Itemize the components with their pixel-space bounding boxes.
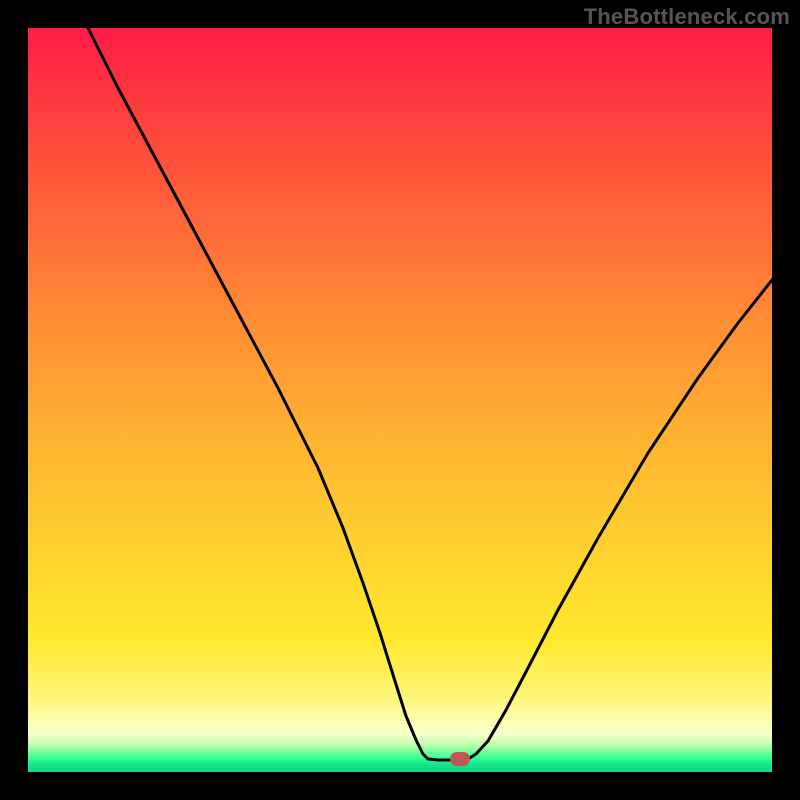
watermark-text: TheBottleneck.com [584, 4, 790, 30]
minimum-marker [450, 752, 470, 766]
plot-area [28, 28, 772, 772]
chart-frame: TheBottleneck.com [0, 0, 800, 800]
bottleneck-curve [28, 28, 772, 772]
curve-path [88, 28, 772, 760]
